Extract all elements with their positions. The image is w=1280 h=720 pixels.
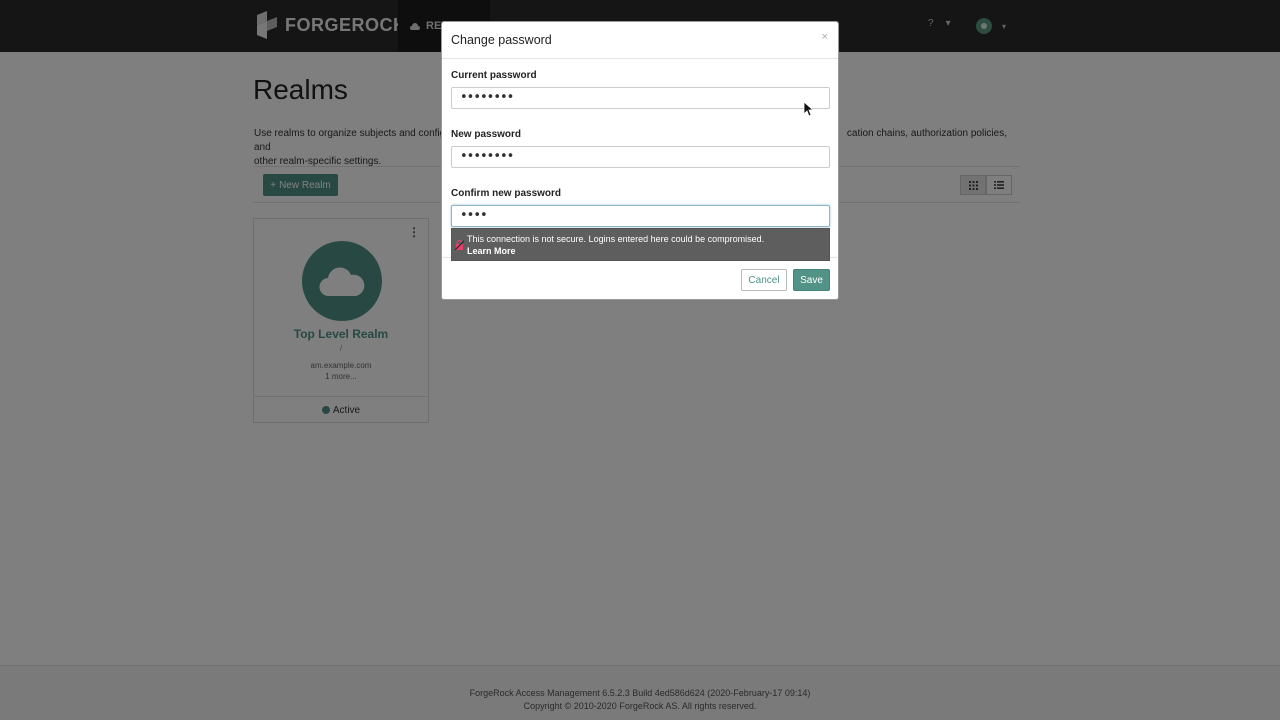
save-button[interactable]: Save — [793, 269, 830, 291]
new-password-input[interactable]: •••••••• — [451, 146, 830, 168]
modal-title: Change password — [451, 33, 552, 47]
broken-lock-icon — [455, 240, 464, 250]
mouse-cursor-icon — [804, 102, 814, 117]
warning-text: This connection is not secure. Logins en… — [467, 234, 765, 244]
current-password-input[interactable]: •••••••• — [451, 87, 830, 109]
confirm-password-label: Confirm new password — [451, 188, 562, 199]
current-password-label: Current password — [451, 70, 537, 81]
modal-header: Change password × — [442, 22, 838, 59]
insecure-connection-warning: This connection is not secure. Logins en… — [451, 228, 830, 261]
change-password-modal: Change password × Current password •••••… — [441, 21, 839, 300]
new-password-label: New password — [451, 129, 522, 140]
confirm-password-input[interactable]: •••• — [451, 205, 830, 227]
learn-more-link[interactable]: Learn More — [467, 246, 516, 256]
close-icon[interactable]: × — [822, 31, 828, 43]
cancel-button[interactable]: Cancel — [741, 269, 787, 291]
